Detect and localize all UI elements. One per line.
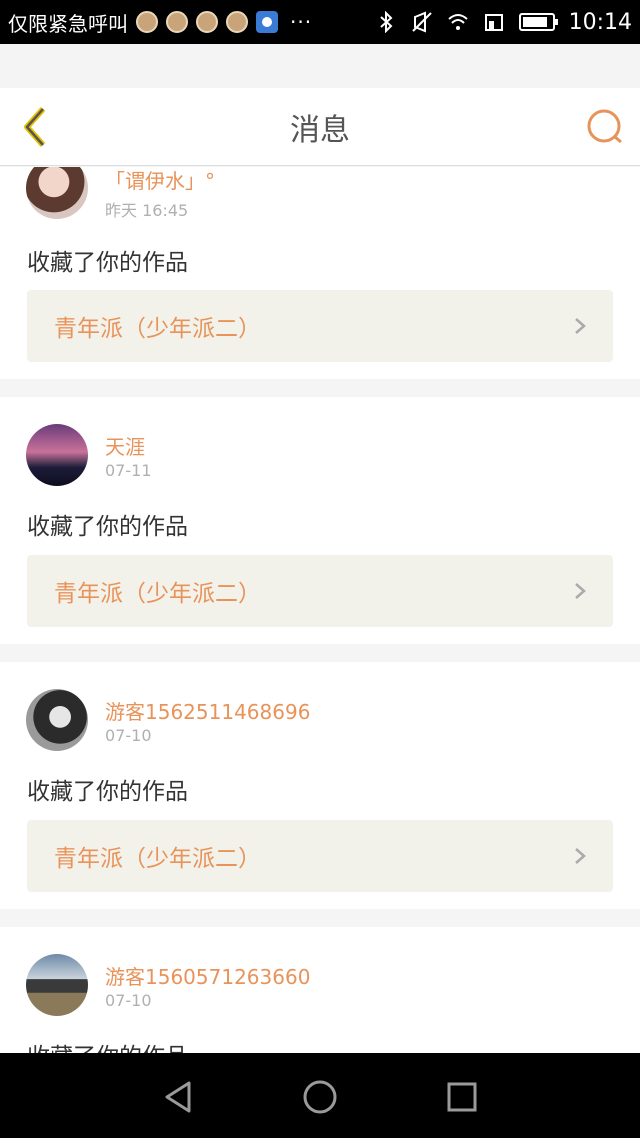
message-time: 07-10 (105, 991, 152, 1010)
message-card: 天涯 07-11 收藏了你的作品 青年派（少年派二） (0, 397, 640, 644)
work-link[interactable]: 青年派（少年派二） (27, 820, 613, 892)
work-title: 青年派（少年派二） (54, 316, 261, 342)
search-icon (587, 109, 622, 144)
back-arrow-icon (24, 107, 46, 147)
notification-app-icon (226, 11, 248, 33)
chevron-right-icon (575, 848, 586, 864)
data-icon (484, 14, 503, 31)
message-list[interactable]: 「谓伊水」° 昨天 16:45 收藏了你的作品 青年派（少年派二） 天涯 07-… (0, 167, 640, 1053)
message-action: 收藏了你的作品 (27, 1037, 188, 1053)
avatar[interactable] (26, 689, 88, 751)
battery-icon (518, 13, 558, 31)
status-bar: 仅限紧急呼叫 ··· 10:14 (0, 0, 640, 44)
message-action: 收藏了你的作品 (27, 514, 188, 540)
wifi-icon (447, 14, 468, 30)
work-title: 青年派（少年派二） (54, 581, 261, 607)
nav-recents-button[interactable] (442, 1077, 482, 1117)
message-card: 游客1560571263660 07-10 收藏了你的作品 (0, 927, 640, 1053)
username[interactable]: 「谓伊水」° (105, 167, 215, 194)
clock-text: 10:14 (568, 9, 632, 35)
work-title: 青年派（少年派二） (54, 846, 261, 872)
bluetooth-icon (379, 11, 393, 33)
avatar[interactable] (26, 424, 88, 486)
work-link[interactable]: 青年派（少年派二） (27, 290, 613, 362)
top-strip (0, 44, 640, 88)
avatar[interactable] (26, 167, 88, 219)
circle-home-icon (303, 1080, 337, 1114)
work-link[interactable]: 青年派（少年派二） (27, 555, 613, 627)
message-time: 07-11 (105, 461, 152, 480)
notification-icons: ··· (136, 10, 312, 34)
chevron-right-icon (575, 318, 586, 334)
nav-home-button[interactable] (300, 1077, 340, 1117)
message-card: 游客1562511468696 07-10 收藏了你的作品 青年派（少年派二） (0, 662, 640, 909)
message-card: 「谓伊水」° 昨天 16:45 收藏了你的作品 青年派（少年派二） (0, 167, 640, 379)
message-action: 收藏了你的作品 (27, 250, 188, 276)
notification-app-icon (196, 11, 218, 33)
system-nav-bar (0, 1053, 640, 1138)
triangle-back-icon (165, 1081, 191, 1113)
chevron-right-icon (575, 583, 586, 599)
more-notifications-text: ··· (290, 10, 313, 34)
message-time: 昨天 16:45 (105, 201, 189, 220)
page-title: 消息 (290, 112, 350, 148)
username[interactable]: 游客1560571263660 (105, 961, 310, 990)
vibrate-off-icon (411, 11, 432, 33)
app-bar: 消息 (0, 88, 640, 166)
search-button[interactable] (584, 106, 626, 148)
username[interactable]: 游客1562511468696 (105, 696, 310, 725)
username[interactable]: 天涯 (105, 431, 145, 460)
baidu-paw-icon (256, 11, 278, 33)
square-recents-icon (447, 1082, 477, 1112)
notification-app-icon (166, 11, 188, 33)
carrier-text: 仅限紧急呼叫 (8, 11, 128, 36)
nav-back-button[interactable] (158, 1077, 198, 1117)
message-time: 07-10 (105, 726, 152, 745)
back-button[interactable] (12, 103, 56, 151)
avatar[interactable] (26, 954, 88, 1016)
message-action: 收藏了你的作品 (27, 779, 188, 805)
notification-app-icon (136, 11, 158, 33)
